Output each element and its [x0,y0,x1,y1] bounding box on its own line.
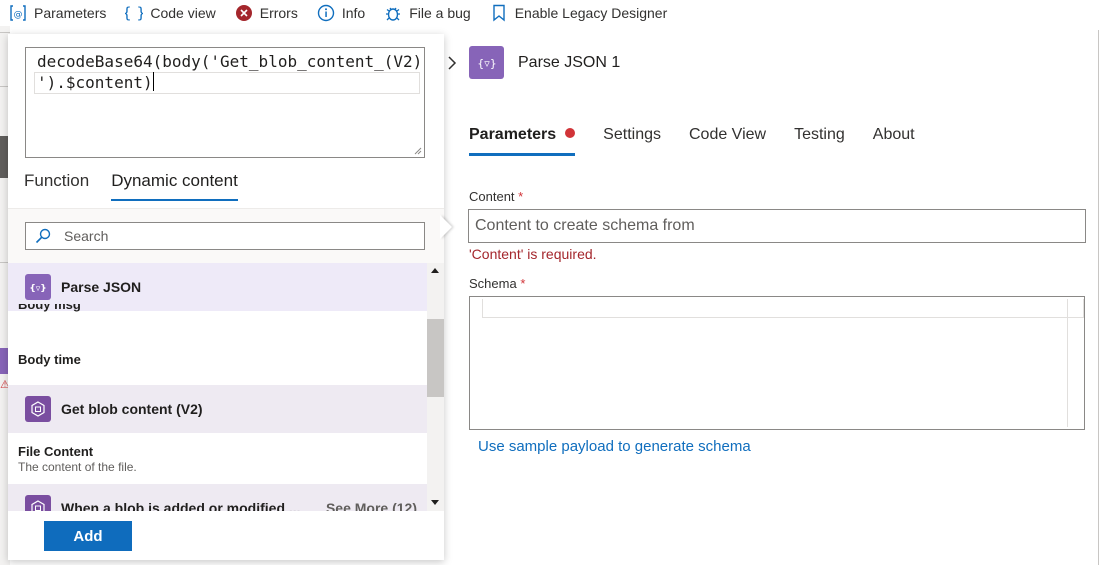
bug-icon [383,3,403,23]
list-item-file-content[interactable]: File Content The content of the file. [18,444,418,474]
group-parse-json-label: Parse JSON [61,279,142,295]
code-braces-icon: { } [124,3,144,23]
legacy-designer-button[interactable]: Enable Legacy Designer [489,0,668,26]
info-button[interactable]: Info [316,0,365,26]
tab-about[interactable]: About [873,126,915,156]
dynamic-content-area: Search {▿} Parse JSON Body msg Body time… [8,208,444,511]
info-icon [316,3,336,23]
errors-button[interactable]: Errors [234,0,298,26]
file-content-label: File Content [18,444,94,459]
svg-text:{ }: { } [125,4,143,22]
scroll-thumb[interactable] [427,319,444,397]
search-icon [32,225,54,247]
content-label-text: Content [469,189,515,204]
tab-testing[interactable]: Testing [794,126,845,156]
group-when-blob-label: When a blob is added or modified ... [61,500,301,511]
svg-text:@: @ [14,10,23,20]
sample-payload-link[interactable]: Use sample payload to generate schema [478,438,751,455]
content-input[interactable]: Content to create schema from [468,209,1086,243]
popup-pointer [440,215,452,239]
schema-label-text: Schema [469,276,517,291]
schema-current-line [482,299,1084,318]
parameters-icon: @ [8,3,28,23]
code-view-button[interactable]: { } Code view [124,0,215,26]
expression-line-1: decodeBase64(body('Get_blob_content_(V2) [37,52,423,71]
action-tabs: Parameters Settings Code View Testing Ab… [469,126,943,156]
search-placeholder: Search [64,228,109,244]
tab-dynamic-content[interactable]: Dynamic content [111,171,238,201]
blob-icon [25,396,51,422]
chevron-right-icon[interactable] [446,55,458,71]
schema-required-marker: * [520,276,526,291]
expression-editor[interactable]: decodeBase64(body('Get_blob_content_(V2)… [25,47,425,158]
group-when-blob-added[interactable]: When a blob is added or modified ... See… [8,484,427,511]
info-label: Info [341,5,366,21]
tab-function[interactable]: Function [24,171,89,201]
parse-json-action-icon: {▿} [469,46,504,79]
legacy-designer-label: Enable Legacy Designer [514,5,668,21]
file-bug-label: File a bug [409,5,471,21]
content-error-message: 'Content' is required. [469,246,597,262]
panel-divider [1098,30,1099,565]
designer-toolbar: @ Parameters { } Code view Errors Info F… [0,0,1100,26]
expression-text[interactable]: decodeBase64(body('Get_blob_content_(V2)… [37,51,422,93]
error-circle-icon [234,3,254,23]
text-cursor [152,72,155,91]
content-label: Content * [469,189,523,204]
body-time-label: Body time [18,352,81,367]
search-input[interactable]: Search [25,222,425,250]
tab-settings[interactable]: Settings [603,126,661,156]
parse-json-icon: {▿} [25,274,51,300]
group-get-blob-content[interactable]: Get blob content (V2) [8,385,427,433]
popup-tabs: Function Dynamic content [24,171,260,201]
tab-parameters-label: Parameters [469,126,557,143]
action-title[interactable]: Parse JSON 1 [518,54,620,72]
list-scrollbar[interactable] [427,263,444,511]
expression-editor-popup: decodeBase64(body('Get_blob_content_(V2)… [8,34,444,560]
scroll-down-arrow-icon[interactable] [431,500,439,505]
tab-code-view[interactable]: Code View [689,126,766,156]
code-view-label: Code view [150,5,216,21]
schema-editor[interactable] [469,296,1085,430]
resize-grip-icon[interactable] [412,145,422,155]
svg-text:{▿}: {▿} [477,57,497,70]
blob-trigger-icon [25,495,51,511]
tab-parameters[interactable]: Parameters [469,126,576,156]
errors-label: Errors [259,5,298,21]
group-get-blob-label: Get blob content (V2) [61,401,203,417]
error-dot-icon [565,128,576,138]
svg-text:{▿}: {▿} [30,284,46,293]
canvas-action-icon [0,348,8,374]
scroll-up-arrow-icon[interactable] [431,268,439,273]
expression-line-2: ').$content) [37,73,153,92]
schema-ruler [1067,299,1068,427]
parameters-label: Parameters [34,5,107,21]
list-item-body-msg[interactable]: Body msg [18,304,418,314]
dynamic-content-list: {▿} Parse JSON Body msg Body time Get bl… [8,263,427,511]
file-bug-button[interactable]: File a bug [383,0,471,26]
parameters-button[interactable]: @ Parameters [8,0,106,26]
see-more-link[interactable]: See More (12) [326,500,417,511]
body-msg-label: Body msg [18,304,81,312]
bookmark-icon [489,3,509,23]
file-content-description: The content of the file. [18,460,137,474]
content-required-marker: * [518,189,524,204]
list-item-body-time[interactable]: Body time [18,352,418,367]
schema-label: Schema * [469,276,525,291]
content-placeholder: Content to create schema from [475,217,695,234]
add-button[interactable]: Add [44,521,132,551]
